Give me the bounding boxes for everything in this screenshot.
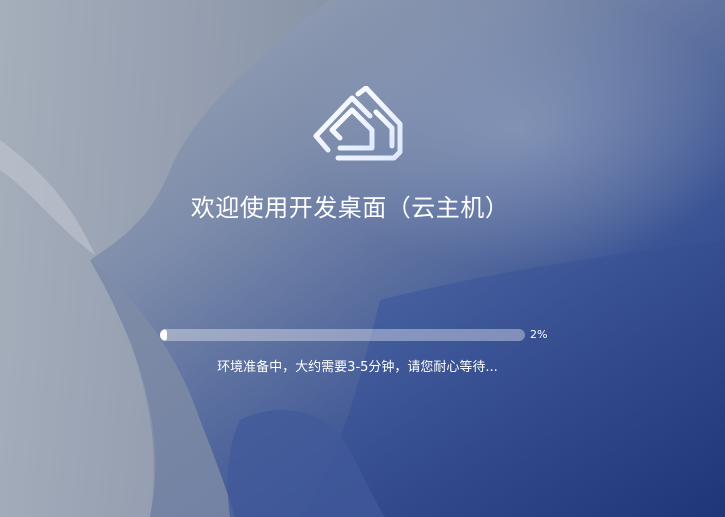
progress-bar (160, 329, 525, 341)
status-message: 环境准备中，大约需要3-5分钟，请您耐心等待... (217, 360, 498, 375)
progress-percent-label: 2% (530, 328, 548, 341)
home-logo-icon (313, 86, 403, 161)
welcome-title: 欢迎使用开发桌面（云主机） (190, 194, 510, 222)
progress-bar-fill (160, 329, 168, 341)
background-wallpaper (0, 0, 725, 517)
